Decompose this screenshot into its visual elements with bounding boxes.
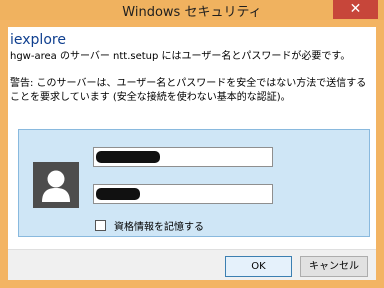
titlebar[interactable]: Windows セキュリティ ✕ — [0, 0, 384, 20]
remember-label: 資格情報を記憶する — [114, 222, 204, 233]
username-field[interactable] — [93, 147, 273, 167]
redacted-password — [96, 188, 140, 200]
dialog-body: iexplore hgw-area のサーバー ntt.setup にはユーザー… — [8, 27, 376, 280]
app-name: iexplore — [10, 32, 66, 48]
cancel-button[interactable]: キャンセル — [300, 256, 368, 277]
security-dialog-window: Windows セキュリティ ✕ iexplore hgw-area のサーバー… — [0, 0, 384, 288]
password-field[interactable] — [93, 184, 273, 204]
remember-credentials-option[interactable]: 資格情報を記憶する — [95, 218, 204, 233]
button-bar: OK キャンセル — [8, 249, 376, 280]
user-avatar-icon — [33, 162, 79, 208]
close-button[interactable]: ✕ — [333, 0, 378, 19]
window-title: Windows セキュリティ — [122, 5, 262, 20]
close-icon: ✕ — [349, 1, 362, 17]
remember-checkbox[interactable] — [95, 220, 106, 231]
redacted-username — [96, 151, 160, 163]
description-text: hgw-area のサーバー ntt.setup にはユーザー名とパスワードが必… — [10, 51, 351, 62]
warning-text: 警告: このサーバーは、ユーザー名とパスワードを安全ではない方法で送信することを… — [10, 78, 367, 103]
credential-panel: 資格情報を記憶する — [18, 129, 370, 237]
ok-button[interactable]: OK — [225, 256, 292, 277]
